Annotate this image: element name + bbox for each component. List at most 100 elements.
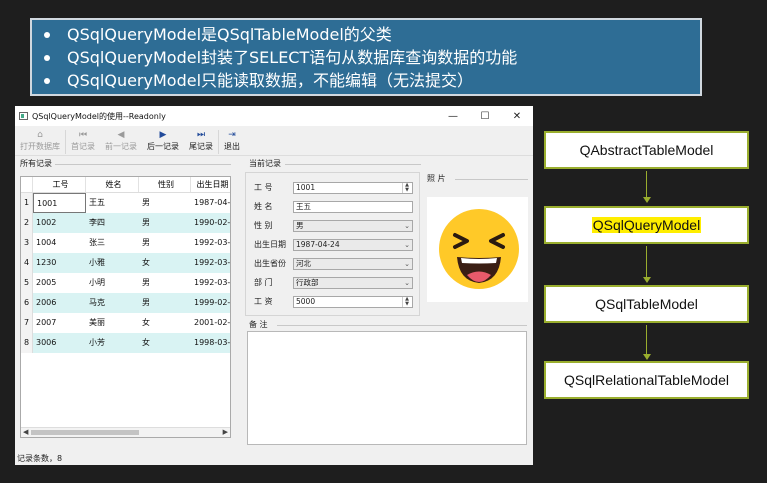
cell-birth[interactable]: 1999-02- xyxy=(191,293,230,313)
table-header: 工号 姓名 性别 出生日期 xyxy=(21,177,230,193)
name-field[interactable]: 王五 xyxy=(293,200,413,213)
province-label: 出生省份 xyxy=(254,259,286,268)
column-header-birth[interactable]: 出生日期 xyxy=(191,177,230,192)
bullet-dot-icon xyxy=(44,31,50,38)
row-number[interactable]: 2 xyxy=(21,213,33,233)
toolbar: ⌂ 打开数据库 ⏮ 首记录 ◀ 前一记录 ▶ 后一记录 ⏭ 尾记录 ⇥ 退出 xyxy=(15,128,533,156)
horizontal-scrollbar[interactable]: ◀ ▶ xyxy=(21,427,230,437)
form-row-birth: 出生日期 1987-04-24 ⌄ xyxy=(254,238,413,251)
cell-name[interactable]: 美丽 xyxy=(86,313,139,333)
records-table[interactable]: 工号 姓名 性别 出生日期 1 1001 王五 男 1987-04- 2 100… xyxy=(20,176,231,438)
cell-name[interactable]: 马克 xyxy=(86,293,139,313)
cell-name[interactable]: 小明 xyxy=(86,273,139,293)
cell-sex[interactable]: 男 xyxy=(139,193,191,213)
cell-birth[interactable]: 1992-03- xyxy=(191,273,230,293)
minimize-icon[interactable]: — xyxy=(437,111,469,122)
cell-birth[interactable]: 2001-02- xyxy=(191,313,230,333)
last-record-button[interactable]: ⏭ 尾记录 xyxy=(184,128,218,152)
scroll-right-icon[interactable]: ▶ xyxy=(223,428,228,436)
cell-birth[interactable]: 1992-03- xyxy=(191,233,230,253)
cell-sex[interactable]: 男 xyxy=(139,233,191,253)
column-header-id[interactable]: 工号 xyxy=(33,177,86,192)
cell-birth[interactable]: 1998-03- xyxy=(191,333,230,353)
cell-name[interactable]: 王五 xyxy=(86,193,139,213)
dept-value: 行政部 xyxy=(296,277,319,287)
cell-sex[interactable]: 男 xyxy=(139,213,191,233)
row-number[interactable]: 6 xyxy=(21,293,33,313)
birth-date-edit[interactable]: 1987-04-24 ⌄ xyxy=(293,238,413,251)
cell-name[interactable]: 小雅 xyxy=(86,253,139,273)
cell-id[interactable]: 2007 xyxy=(33,313,86,333)
next-record-button[interactable]: ▶ 后一记录 xyxy=(142,128,184,152)
row-number[interactable]: 1 xyxy=(21,193,33,213)
column-header-sex[interactable]: 性别 xyxy=(139,177,191,192)
table-row[interactable]: 8 3006 小芳 女 1998-03- xyxy=(21,333,230,353)
corner-cell[interactable] xyxy=(21,177,33,192)
window-titlebar[interactable]: QSqlQueryModel的使用--Readonly — ☐ ✕ xyxy=(15,106,533,126)
spin-arrows-icon[interactable]: ▲ ▼ xyxy=(402,296,411,307)
spin-arrows-icon[interactable]: ▲ ▼ xyxy=(402,182,411,193)
connector-line xyxy=(646,171,647,197)
table-row[interactable]: 2 1002 李四 男 1990-02- xyxy=(21,213,230,233)
first-record-button[interactable]: ⏮ 首记录 xyxy=(66,128,100,152)
form-row-id: 工 号 1001 ▲ ▼ xyxy=(254,181,413,194)
chevron-down-icon: ⌄ xyxy=(404,221,410,230)
cell-name[interactable]: 李四 xyxy=(86,213,139,233)
cell-id[interactable]: 1001 xyxy=(33,193,86,213)
row-number[interactable]: 8 xyxy=(21,333,33,353)
salary-spinbox[interactable]: 5000 ▲ ▼ xyxy=(293,295,413,308)
column-header-name[interactable]: 姓名 xyxy=(86,177,139,192)
notes-textarea[interactable] xyxy=(247,331,527,445)
close-icon[interactable]: ✕ xyxy=(501,111,533,122)
scroll-thumb[interactable] xyxy=(31,430,139,435)
class-box-sql-query-model: QSqlQueryModel xyxy=(544,206,749,244)
dept-combo[interactable]: 行政部 ⌄ xyxy=(293,276,413,289)
table-row[interactable]: 3 1004 张三 男 1992-03- xyxy=(21,233,230,253)
cell-sex[interactable]: 女 xyxy=(139,253,191,273)
cell-sex[interactable]: 男 xyxy=(139,273,191,293)
class-name-highlighted: QSqlQueryModel xyxy=(591,217,702,233)
row-number[interactable]: 7 xyxy=(21,313,33,333)
cell-sex[interactable]: 女 xyxy=(139,333,191,353)
scroll-left-icon[interactable]: ◀ xyxy=(23,428,28,436)
group-divider xyxy=(285,164,421,165)
table-row[interactable]: 1 1001 王五 男 1987-04- xyxy=(21,193,230,213)
cell-sex[interactable]: 男 xyxy=(139,293,191,313)
open-db-button[interactable]: ⌂ 打开数据库 xyxy=(15,128,65,152)
table-row[interactable]: 5 2005 小明 男 1992-03- xyxy=(21,273,230,293)
notes-label: 备 注 xyxy=(249,320,268,329)
salary-value: 5000 xyxy=(296,296,316,306)
cell-sex[interactable]: 女 xyxy=(139,313,191,333)
exit-button[interactable]: ⇥ 退出 xyxy=(219,128,245,152)
cell-birth[interactable]: 1992-03- xyxy=(191,253,230,273)
salary-label: 工 资 xyxy=(254,297,273,306)
row-number[interactable]: 3 xyxy=(21,233,33,253)
chevron-down-icon: ⌄ xyxy=(404,240,410,249)
row-number[interactable]: 4 xyxy=(21,253,33,273)
table-row[interactable]: 4 1230 小雅 女 1992-03- xyxy=(21,253,230,273)
cell-id[interactable]: 1002 xyxy=(33,213,86,233)
photo-display xyxy=(427,197,528,302)
row-number[interactable]: 5 xyxy=(21,273,33,293)
id-spinbox[interactable]: 1001 ▲ ▼ xyxy=(293,181,413,194)
cell-id[interactable]: 3006 xyxy=(33,333,86,353)
province-combo[interactable]: 河北 ⌄ xyxy=(293,257,413,270)
cell-id[interactable]: 1230 xyxy=(33,253,86,273)
cell-id[interactable]: 1004 xyxy=(33,233,86,253)
cell-id[interactable]: 2005 xyxy=(33,273,86,293)
table-row[interactable]: 7 2007 美丽 女 2001-02- xyxy=(21,313,230,333)
cell-name[interactable]: 张三 xyxy=(86,233,139,253)
cell-name[interactable]: 小芳 xyxy=(86,333,139,353)
cell-id[interactable]: 2006 xyxy=(33,293,86,313)
maximize-icon[interactable]: ☐ xyxy=(469,111,501,122)
group-divider xyxy=(455,179,528,180)
cell-birth[interactable]: 1990-02- xyxy=(191,213,230,233)
prev-record-button[interactable]: ◀ 前一记录 xyxy=(100,128,142,152)
cell-birth[interactable]: 1987-04- xyxy=(191,193,230,213)
form-row-dept: 部 门 行政部 ⌄ xyxy=(254,276,413,289)
bullet-dot-icon xyxy=(44,77,50,84)
sex-combo[interactable]: 男 ⌄ xyxy=(293,219,413,232)
class-name: QSqlTableModel xyxy=(595,296,698,312)
table-row[interactable]: 6 2006 马克 男 1999-02- xyxy=(21,293,230,313)
first-record-icon: ⏮ xyxy=(78,130,88,140)
